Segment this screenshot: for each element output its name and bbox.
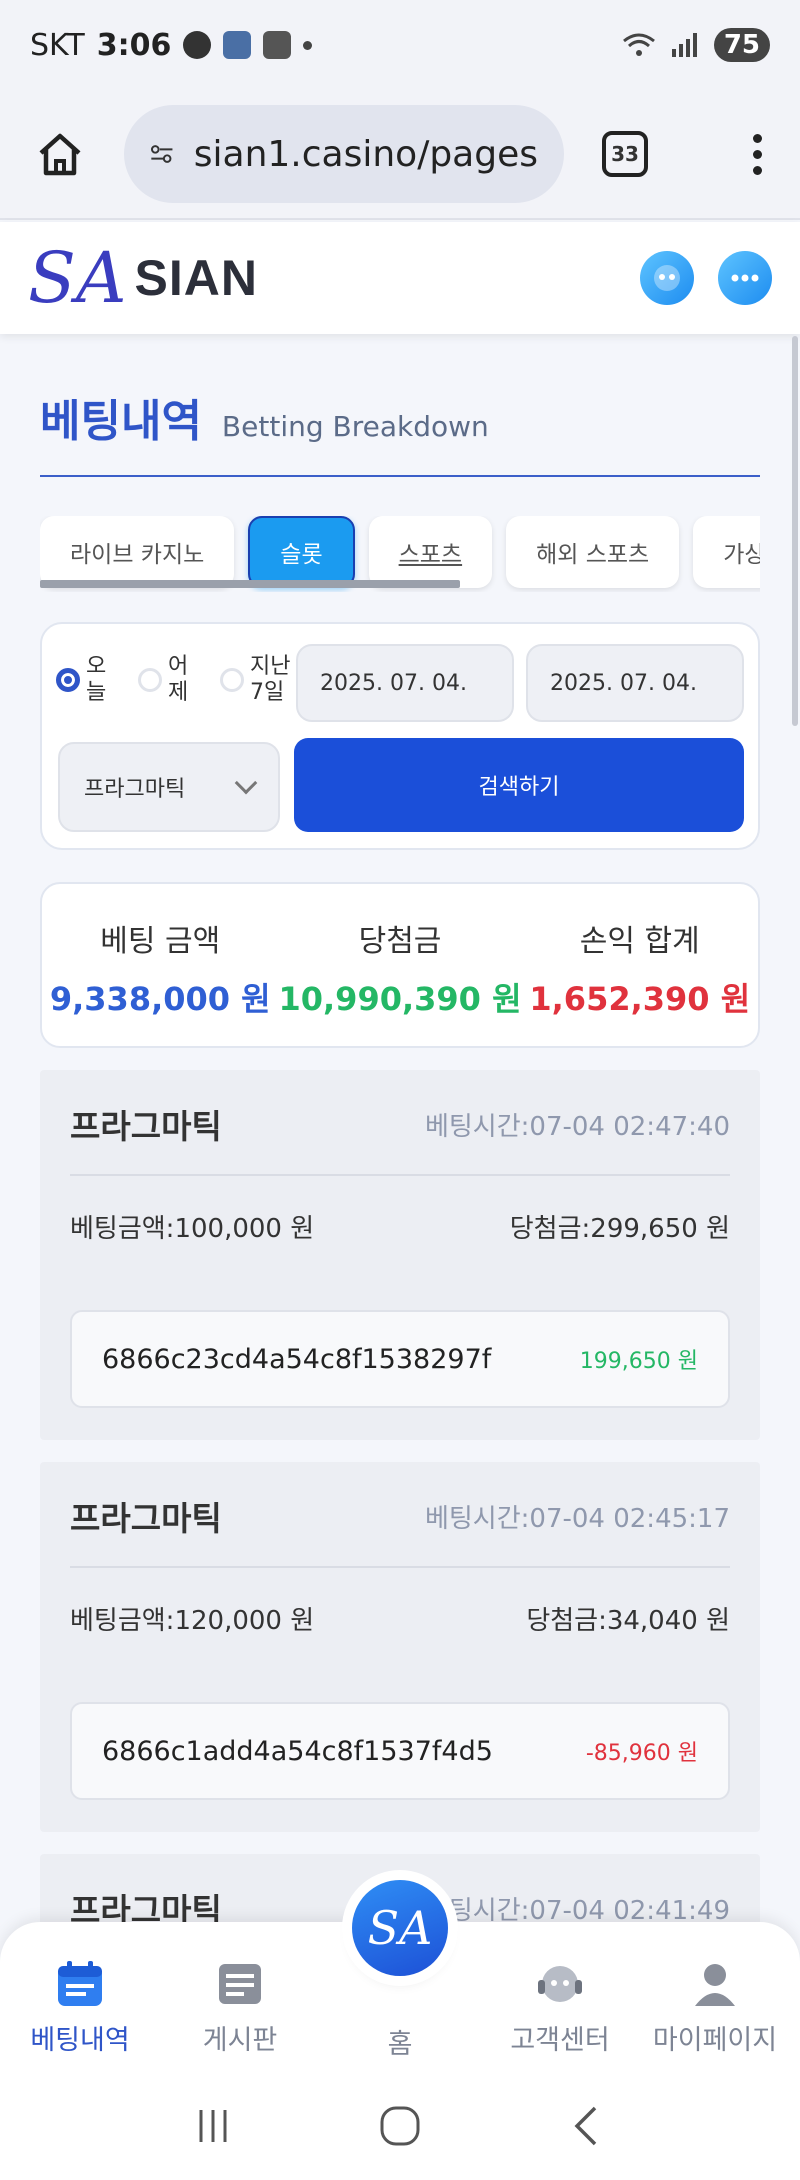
home-icon [39, 133, 81, 176]
url-text: sian1.casino/pages [193, 133, 538, 175]
calendar-icon [58, 1961, 102, 2006]
nav-betting-history[interactable]: 베팅내역 [10, 1958, 150, 2057]
tab-sports[interactable]: 스포츠 [368, 516, 493, 588]
home-logo-button[interactable]: SA [352, 1880, 448, 1976]
clock: 3:06 [96, 27, 172, 63]
radio-button[interactable] [56, 668, 80, 692]
notification-icon [183, 31, 212, 59]
nav-label: 고객센터 [510, 2025, 610, 2056]
record-time: 베팅시간:07-04 02:47:40 [424, 1112, 730, 1142]
signal-icon [671, 33, 697, 57]
page-title-ko: 베팅내역 [40, 396, 202, 447]
recent-apps-button[interactable] [183, 2096, 243, 2156]
chevron-down-icon [234, 771, 258, 795]
browser-home-button[interactable] [28, 122, 92, 186]
record-win-amount: 당첨금:34,040 원 [526, 1606, 730, 1636]
nav-label: 베팅내역 [30, 2025, 130, 2056]
bet-amount-value: 9,338,000 원 [49, 980, 271, 1018]
tab-switcher-button[interactable]: 33 [602, 131, 648, 177]
headset-icon [538, 1966, 582, 2002]
betting-summary: 베팅 금액 9,338,000 원 당첨금 10,990,390 원 손익 합계… [40, 882, 760, 1048]
app-notification-icon [223, 31, 252, 59]
logo-mark-icon: SA [28, 237, 127, 319]
radio-button[interactable] [220, 668, 244, 692]
back-button[interactable] [557, 2096, 617, 2156]
record-time: 베팅시간:07-04 02:45:17 [424, 1504, 730, 1534]
record-bet-amount: 베팅금액:100,000 원 [70, 1214, 315, 1244]
nav-label: 마이페이지 [652, 2025, 778, 2056]
browser-menu-icon[interactable] [753, 133, 762, 175]
bet-amount-label: 베팅 금액 [100, 924, 221, 959]
search-button[interactable]: 검색하기 [294, 738, 744, 832]
tab-slot[interactable]: 슬롯 [248, 516, 355, 588]
nav-label: 게시판 [202, 2025, 278, 2056]
record-time: 베팅시간:07-04 02:41:49 [424, 1896, 730, 1926]
record-provider: 프라그마틱 [70, 1499, 222, 1538]
record-win-amount: 당첨금:299,650 원 [509, 1214, 730, 1244]
radio-today[interactable]: 오늘 [56, 654, 126, 706]
tab-virtual[interactable]: 가상 [693, 516, 760, 588]
provider-select[interactable]: 프라그마틱 [58, 742, 280, 832]
system-navigation-bar [0, 2072, 800, 2180]
win-amount-value: 10,990,390 원 [278, 980, 522, 1018]
record-profit: -85,960 원 [585, 1741, 698, 1766]
more-notifications-icon [303, 40, 313, 50]
win-amount-label: 당첨금 [358, 924, 442, 959]
tab-overseas-sports[interactable]: 해외 스포츠 [506, 516, 680, 588]
address-bar[interactable]: sian1.casino/pages [124, 105, 564, 203]
date-from-field[interactable]: 2025. 07. 04. [296, 644, 514, 722]
site-header: SA SIAN [0, 222, 800, 334]
status-bar: SKT 3:06 75 [0, 0, 800, 90]
bet-record[interactable]: 프라그마틱 베팅시간:07-04 02:47:40 베팅금액:100,000 원… [40, 1070, 760, 1440]
app-notification-icon [263, 31, 292, 59]
nav-home-label-wrap[interactable]: 홈 [330, 2022, 470, 2061]
nav-board[interactable]: 게시판 [170, 1958, 310, 2057]
record-provider: 프라그마틱 [70, 1107, 222, 1146]
site-settings-icon[interactable] [150, 139, 174, 169]
carrier-label: SKT [30, 27, 85, 63]
radio-last-7-days[interactable]: 지난 7일 [220, 654, 300, 706]
chat-icon[interactable] [718, 251, 772, 305]
page-scrollbar[interactable] [792, 336, 798, 726]
record-detail: 6866c1add4a54c8f1537f4d5 -85,960 원 [70, 1702, 730, 1800]
nav-support[interactable]: 고객센터 [490, 1958, 630, 2057]
page-title-en: Betting Breakdown [221, 410, 489, 443]
logo-mark-icon: SA [367, 1901, 433, 1955]
profit-loss-label: 손익 합계 [579, 924, 700, 959]
browser-toolbar: sian1.casino/pages 33 [0, 90, 800, 220]
radio-button[interactable] [138, 668, 162, 692]
logo-text: SIAN [134, 250, 258, 306]
battery-indicator: 75 [713, 28, 770, 62]
board-icon [219, 1964, 261, 2004]
record-id: 6866c23cd4a54c8f1538297f [102, 1343, 492, 1375]
system-home-button[interactable] [370, 2096, 430, 2156]
wifi-icon [622, 33, 655, 56]
nav-mypage[interactable]: 마이페이지 [645, 1958, 785, 2057]
record-profit: 199,650 원 [579, 1349, 698, 1374]
recent-apps-icon [199, 2110, 227, 2142]
record-id: 6866c1add4a54c8f1537f4d5 [102, 1735, 493, 1767]
provider-select-value: 프라그마틱 [84, 777, 186, 802]
bet-record[interactable]: 프라그마틱 베팅시간:07-04 02:45:17 베팅금액:120,000 원… [40, 1462, 760, 1832]
nav-label: 홈 [387, 2029, 413, 2060]
user-icon [695, 1964, 735, 2006]
page-title: 베팅내역 Betting Breakdown [40, 385, 760, 477]
site-logo[interactable]: SA SIAN [28, 243, 258, 313]
profit-loss-value: 1,652,390 원 [529, 980, 751, 1018]
tabs-scrollbar[interactable] [40, 580, 460, 588]
filter-panel: 오늘 어제 지난 7일 2025. 07. 04. 2025. 07. 04. … [40, 622, 760, 850]
date-to-field[interactable]: 2025. 07. 04. [526, 644, 744, 722]
radio-yesterday[interactable]: 어제 [138, 654, 208, 706]
system-home-icon [380, 2106, 420, 2146]
record-detail: 6866c23cd4a54c8f1538297f 199,650 원 [70, 1310, 730, 1408]
support-bot-icon[interactable] [640, 251, 694, 305]
back-icon [574, 2106, 596, 2146]
record-bet-amount: 베팅금액:120,000 원 [70, 1606, 315, 1636]
tab-live-casino[interactable]: 라이브 카지노 [40, 516, 235, 588]
